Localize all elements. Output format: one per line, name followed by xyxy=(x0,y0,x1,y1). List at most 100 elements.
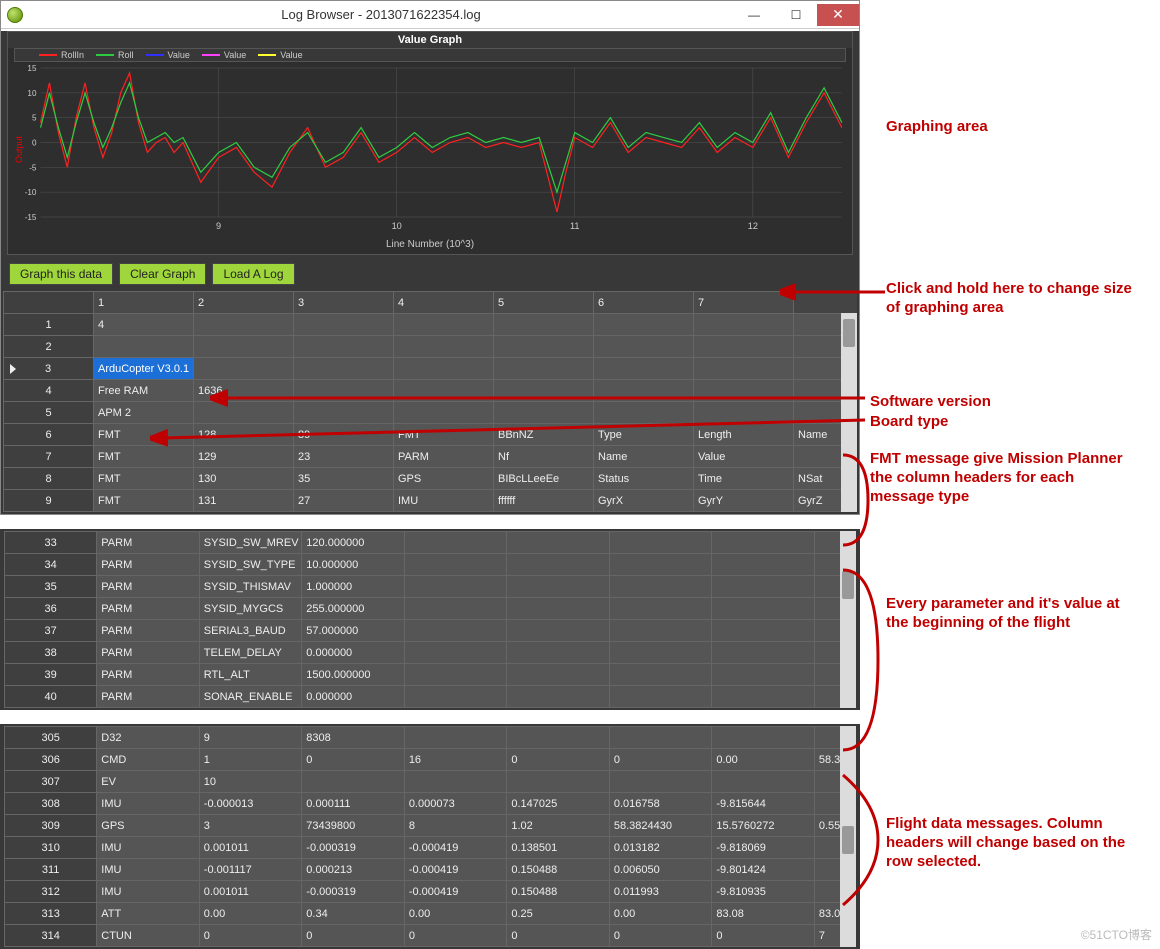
cell[interactable]: TELEM_DELAY xyxy=(199,642,302,664)
cell[interactable]: 3 xyxy=(199,815,302,837)
cell[interactable] xyxy=(712,771,815,793)
table-row[interactable]: 14 xyxy=(4,314,857,336)
table-row[interactable]: 312IMU0.001011-0.000319-0.0004190.150488… xyxy=(5,881,856,903)
table-row[interactable]: 314CTUN0000007 xyxy=(5,925,856,947)
cell[interactable] xyxy=(712,532,815,554)
cell[interactable]: CTUN xyxy=(97,925,200,947)
cell[interactable]: Value xyxy=(694,446,794,468)
table-row[interactable]: 310IMU0.001011-0.000319-0.0004190.138501… xyxy=(5,837,856,859)
legend-item[interactable]: Roll xyxy=(96,50,134,60)
cell[interactable]: 0 xyxy=(609,925,712,947)
cell[interactable] xyxy=(294,336,394,358)
cell[interactable] xyxy=(609,664,712,686)
cell[interactable]: 0.00 xyxy=(404,903,507,925)
cell[interactable] xyxy=(394,358,494,380)
cell[interactable]: SERIAL3_BAUD xyxy=(199,620,302,642)
table-row[interactable]: 311IMU-0.0011170.000213-0.0004190.150488… xyxy=(5,859,856,881)
cell[interactable] xyxy=(712,686,815,708)
cell[interactable] xyxy=(594,402,694,424)
cell[interactable] xyxy=(594,314,694,336)
table-row[interactable]: 5APM 2 xyxy=(4,402,857,424)
cell[interactable]: Free RAM xyxy=(94,380,194,402)
cell[interactable]: FMT xyxy=(394,424,494,446)
graph-this-data-button[interactable]: Graph this data xyxy=(9,263,113,285)
cell[interactable] xyxy=(404,642,507,664)
legend-item[interactable]: Value xyxy=(258,50,302,60)
cell[interactable] xyxy=(507,771,610,793)
cell[interactable]: IMU xyxy=(97,881,200,903)
table-row[interactable]: 309GPS37343980081.0258.382443015.5760272… xyxy=(5,815,856,837)
cell[interactable] xyxy=(404,554,507,576)
cell[interactable]: 0.000213 xyxy=(302,859,405,881)
cell[interactable]: CMD xyxy=(97,749,200,771)
cell[interactable]: -9.801424 xyxy=(712,859,815,881)
cell[interactable]: 0.016758 xyxy=(609,793,712,815)
cell[interactable]: 0 xyxy=(302,925,405,947)
cell[interactable]: 0 xyxy=(609,749,712,771)
cell[interactable]: FMT xyxy=(94,424,194,446)
cell[interactable] xyxy=(712,598,815,620)
cell[interactable]: 0.006050 xyxy=(609,859,712,881)
cell[interactable]: 15.5760272 xyxy=(712,815,815,837)
cell[interactable]: 16 xyxy=(404,749,507,771)
cell[interactable]: Nf xyxy=(494,446,594,468)
table-row[interactable]: 308IMU-0.0000130.0001110.0000730.1470250… xyxy=(5,793,856,815)
table-row[interactable]: 40PARMSONAR_ENABLE0.000000 xyxy=(5,686,856,708)
cell[interactable]: APM 2 xyxy=(94,402,194,424)
cell[interactable]: 0.001011 xyxy=(199,837,302,859)
cell[interactable] xyxy=(609,727,712,749)
cell[interactable]: 1.02 xyxy=(507,815,610,837)
cell[interactable] xyxy=(694,314,794,336)
table-row[interactable]: 305D3298308 xyxy=(5,727,856,749)
cell[interactable] xyxy=(194,402,294,424)
cell[interactable]: FMT xyxy=(94,490,194,512)
cell[interactable]: GPS xyxy=(394,468,494,490)
cell[interactable]: 27 xyxy=(294,490,394,512)
cell[interactable]: 255.000000 xyxy=(302,598,405,620)
column-header[interactable]: 4 xyxy=(394,292,494,314)
cell[interactable] xyxy=(294,380,394,402)
cell[interactable]: 9 xyxy=(199,727,302,749)
cell[interactable]: -0.000419 xyxy=(404,837,507,859)
cell[interactable]: 0 xyxy=(507,925,610,947)
cell[interactable] xyxy=(694,402,794,424)
cell[interactable] xyxy=(494,380,594,402)
cell[interactable]: 0.000000 xyxy=(302,686,405,708)
cell[interactable] xyxy=(507,727,610,749)
column-header[interactable]: 6 xyxy=(594,292,694,314)
cell[interactable] xyxy=(404,598,507,620)
scrollbar[interactable] xyxy=(840,726,856,947)
cell[interactable]: -0.000013 xyxy=(199,793,302,815)
scrollbar[interactable] xyxy=(841,313,857,512)
column-header[interactable]: 7 xyxy=(694,292,794,314)
cell[interactable] xyxy=(507,620,610,642)
table-row[interactable]: 313ATT0.000.340.000.250.0083.0883.08 xyxy=(5,903,856,925)
cell[interactable]: SYSID_SW_MREV xyxy=(199,532,302,554)
cell[interactable]: ArduCopter V3.0.1 xyxy=(94,358,194,380)
cell[interactable]: IMU xyxy=(97,859,200,881)
cell[interactable] xyxy=(712,664,815,686)
cell[interactable]: 0 xyxy=(507,749,610,771)
cell[interactable] xyxy=(507,642,610,664)
cell[interactable]: 0.013182 xyxy=(609,837,712,859)
cell[interactable] xyxy=(609,686,712,708)
table-row[interactable]: 306CMD1016000.0058.38 xyxy=(5,749,856,771)
cell[interactable] xyxy=(507,532,610,554)
cell[interactable] xyxy=(404,532,507,554)
cell[interactable] xyxy=(609,642,712,664)
cell[interactable] xyxy=(494,314,594,336)
cell[interactable] xyxy=(694,380,794,402)
cell[interactable]: IMU xyxy=(97,793,200,815)
cell[interactable] xyxy=(404,771,507,793)
cell[interactable] xyxy=(609,598,712,620)
log-table-1[interactable]: 1234567142 3ArduCopter V3.0.14Free RAM16… xyxy=(3,291,857,512)
cell[interactable]: Length xyxy=(694,424,794,446)
table-row[interactable]: 39PARMRTL_ALT1500.000000 xyxy=(5,664,856,686)
cell[interactable]: 8 xyxy=(404,815,507,837)
cell[interactable]: 35 xyxy=(294,468,394,490)
cell[interactable]: 0.000000 xyxy=(302,642,405,664)
cell[interactable] xyxy=(294,402,394,424)
cell[interactable] xyxy=(494,336,594,358)
cell[interactable] xyxy=(609,554,712,576)
cell[interactable] xyxy=(394,314,494,336)
